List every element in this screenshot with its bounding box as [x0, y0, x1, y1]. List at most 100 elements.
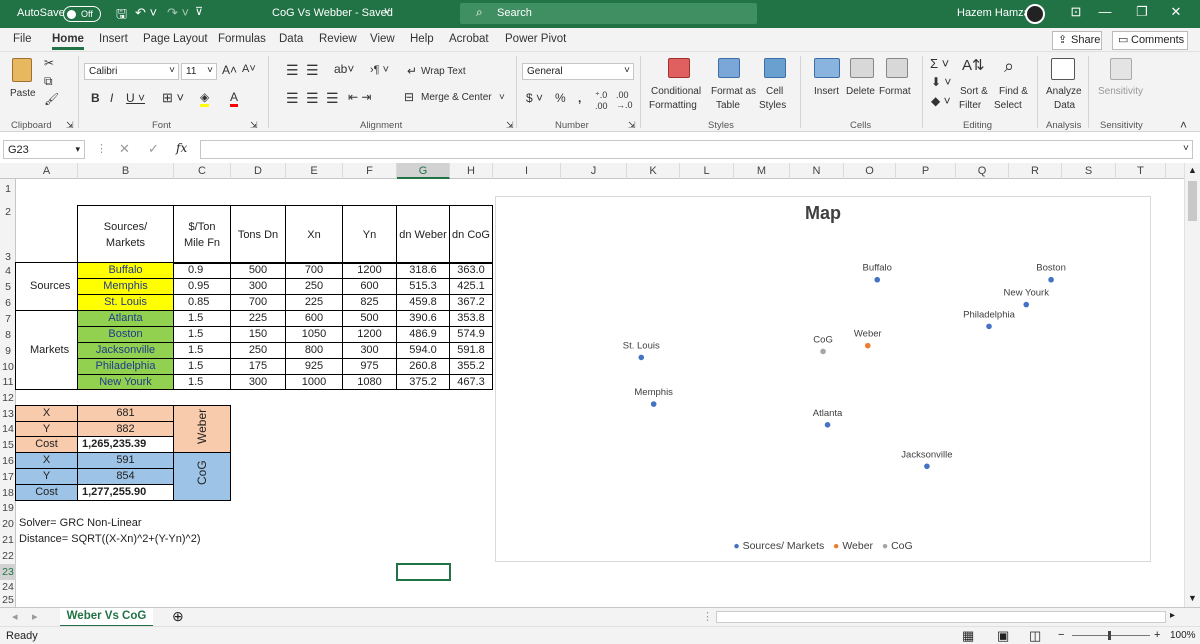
redo-icon[interactable]: ↷ ˅: [167, 5, 189, 21]
dn-cog-cell[interactable]: 363.0: [449, 262, 493, 279]
document-title[interactable]: CoG Vs Webber - Saved: [272, 7, 393, 19]
orientation-icon[interactable]: ab˅: [334, 62, 354, 76]
row-header-24[interactable]: 24: [0, 580, 16, 594]
column-header-d[interactable]: D: [231, 163, 286, 179]
page-layout-view-icon[interactable]: ▣: [997, 628, 1009, 644]
column-header-p[interactable]: P: [896, 163, 956, 179]
menu-view[interactable]: View: [370, 33, 395, 45]
data-point-philadelphia[interactable]: [986, 323, 992, 330]
data-point-st-louis[interactable]: [638, 354, 645, 361]
column-header-r[interactable]: R: [1009, 163, 1062, 179]
weber-x-cell[interactable]: 681: [77, 405, 174, 422]
data-point-boston[interactable]: [1048, 276, 1054, 283]
sort-filter-icon[interactable]: A⇅: [962, 56, 985, 74]
sensitivity-icon[interactable]: [1110, 58, 1132, 80]
column-header-i[interactable]: I: [493, 163, 561, 179]
cog-cost_label-cell[interactable]: Cost: [15, 484, 78, 501]
location-name-cell[interactable]: Philadelphia: [77, 358, 174, 375]
row-header-9[interactable]: 9: [0, 343, 16, 359]
column-header-f[interactable]: F: [343, 163, 397, 179]
row-header-5[interactable]: 5: [0, 279, 16, 295]
increase-decimal-icon[interactable]: ⁺.0.00: [595, 90, 608, 111]
clipboard-launcher-icon[interactable]: ⇲: [66, 120, 74, 131]
indent-icon[interactable]: ⇤ ⇥: [348, 90, 371, 104]
fill-icon[interactable]: ⬇ ˅: [931, 75, 951, 89]
column-header-l[interactable]: L: [680, 163, 734, 179]
collapse-ribbon-icon[interactable]: ˄: [1180, 118, 1187, 132]
xn-cell[interactable]: 925: [285, 358, 343, 375]
vertical-scrollbar[interactable]: ▲ ▼: [1184, 163, 1200, 607]
row-header-11[interactable]: 11: [0, 375, 16, 390]
cell-label[interactable]: Cell: [766, 86, 783, 97]
undo-icon[interactable]: ↶ ˅: [135, 5, 157, 21]
filter-label[interactable]: Filter: [959, 100, 981, 111]
menu-file[interactable]: File: [13, 33, 32, 45]
column-header-t[interactable]: T: [1116, 163, 1166, 179]
column-header-o[interactable]: O: [844, 163, 896, 179]
column-header-j[interactable]: J: [561, 163, 627, 179]
weber-cost-cell[interactable]: 1,265,235.39: [77, 436, 174, 453]
row-header-15[interactable]: 15: [0, 437, 16, 453]
column-header-g[interactable]: G: [397, 163, 450, 179]
tons-cell[interactable]: 500: [230, 262, 286, 279]
next-sheet-icon[interactable]: ▸: [32, 610, 38, 623]
location-name-cell[interactable]: Buffalo: [77, 262, 174, 279]
row-header-19[interactable]: 19: [0, 501, 16, 516]
xn-cell[interactable]: 1050: [285, 326, 343, 343]
tons-cell[interactable]: 175: [230, 358, 286, 375]
rate-cell[interactable]: 0.85: [173, 294, 231, 311]
location-name-cell[interactable]: St. Louis: [77, 294, 174, 311]
align-top-icon[interactable]: ☰: [286, 62, 299, 79]
format-cells-icon[interactable]: [886, 58, 908, 78]
cog-x_label-cell[interactable]: X: [15, 452, 78, 469]
yn-cell[interactable]: 1200: [342, 326, 397, 343]
table-label[interactable]: Table: [716, 100, 740, 111]
column-header-h[interactable]: H: [450, 163, 493, 179]
menu-power-pivot[interactable]: Power Pivot: [505, 33, 566, 45]
row-header-7[interactable]: 7: [0, 311, 16, 327]
column-header-s[interactable]: S: [1062, 163, 1116, 179]
rate-cell[interactable]: 1.5: [173, 326, 231, 343]
decrease-decimal-icon[interactable]: .00 →.0: [616, 90, 633, 110]
function-icon[interactable]: fx: [176, 141, 187, 155]
table-header-xn[interactable]: Xn: [285, 205, 343, 264]
conditional-formatting-icon[interactable]: [668, 58, 690, 78]
restore-icon[interactable]: ❐: [1131, 4, 1153, 24]
chevron-down-icon[interactable]: ˅: [499, 92, 505, 103]
xn-cell[interactable]: 700: [285, 262, 343, 279]
column-header-k[interactable]: K: [627, 163, 680, 179]
underline-icon[interactable]: U ˅: [126, 91, 145, 105]
insert-label[interactable]: Insert: [814, 86, 839, 97]
autosum-icon[interactable]: Σ ˅: [930, 56, 949, 71]
borders-icon[interactable]: ⊞ ˅: [162, 90, 184, 106]
menu-page-layout[interactable]: Page Layout: [143, 33, 208, 45]
dn-cog-cell[interactable]: 425.1: [449, 278, 493, 295]
weber-cost_label-cell[interactable]: Cost: [15, 436, 78, 453]
formatting-label[interactable]: Formatting: [649, 100, 697, 111]
decrease-font-icon[interactable]: A˅: [242, 63, 256, 75]
share-button[interactable]: ⇪ Share: [1052, 31, 1102, 50]
column-header-e[interactable]: E: [286, 163, 343, 179]
row-header-4[interactable]: 4: [0, 263, 16, 279]
row-header-3[interactable]: 3: [0, 225, 16, 263]
row-header-22[interactable]: 22: [0, 548, 16, 564]
menu-formulas[interactable]: Formulas: [218, 33, 266, 45]
column-header-m[interactable]: M: [734, 163, 790, 179]
font-launcher-icon[interactable]: ⇲: [250, 120, 258, 131]
tons-cell[interactable]: 250: [230, 342, 286, 359]
styles-label[interactable]: Styles: [759, 100, 786, 111]
align-center-icon[interactable]: ☰: [306, 90, 319, 107]
table-header-src_markets[interactable]: Sources/ Markets: [77, 205, 174, 264]
column-header-b[interactable]: B: [78, 163, 174, 179]
clear-icon[interactable]: ◆ ˅: [931, 94, 951, 108]
analyze-data-icon[interactable]: [1051, 58, 1075, 80]
horizontal-scrollbar[interactable]: [716, 611, 1166, 623]
location-name-cell[interactable]: Atlanta: [77, 310, 174, 327]
wrap-text-button[interactable]: Wrap Text: [421, 66, 466, 77]
tons-cell[interactable]: 225: [230, 310, 286, 327]
italic-icon[interactable]: I: [110, 91, 113, 105]
format-as-label[interactable]: Format as: [711, 86, 756, 97]
close-icon[interactable]: ✕: [1165, 4, 1187, 24]
cog-x-cell[interactable]: 591: [77, 452, 174, 469]
table-header-rate[interactable]: $/Ton Mile Fn: [173, 205, 231, 264]
